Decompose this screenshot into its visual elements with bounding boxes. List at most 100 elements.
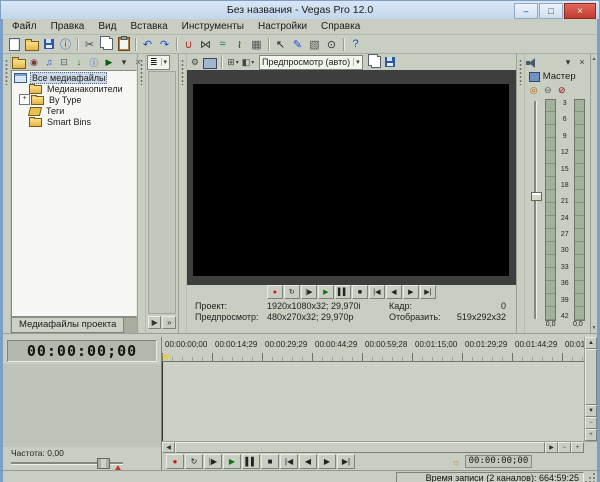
time-zoom-in-button[interactable]: + bbox=[571, 442, 584, 453]
selection-edit-tool-button[interactable]: ▧ bbox=[306, 36, 323, 52]
scroll-down-button[interactable]: ▼ bbox=[585, 405, 597, 417]
save-project-button[interactable] bbox=[40, 36, 57, 52]
stop-button[interactable]: ■ bbox=[352, 285, 368, 299]
close-pane-button[interactable]: × bbox=[575, 55, 589, 69]
meter-left[interactable] bbox=[545, 99, 556, 321]
enable-snapping-button[interactable]: ∪ bbox=[180, 36, 197, 52]
vertical-scroll-thumb[interactable] bbox=[585, 349, 597, 405]
cut-button[interactable]: ✂ bbox=[81, 36, 98, 52]
cursor-marker-icon[interactable] bbox=[162, 355, 170, 361]
tab-project-media[interactable]: Медиафайлы проекта bbox=[11, 318, 124, 333]
save-snapshot-button[interactable] bbox=[383, 55, 397, 69]
menu-options[interactable]: Настройки bbox=[251, 20, 314, 33]
pane-grip[interactable] bbox=[138, 54, 146, 333]
video-overlays-button[interactable]: ⊞▾ bbox=[226, 55, 240, 69]
master-fader[interactable] bbox=[531, 99, 540, 321]
track-zoom-in-button[interactable]: + bbox=[585, 429, 597, 441]
extract-audio-from-cd-button[interactable]: ♫ bbox=[42, 55, 56, 69]
project-properties-button[interactable]: ⓘ bbox=[57, 36, 74, 52]
copy-button[interactable] bbox=[98, 36, 115, 52]
auto-crossfade-button[interactable]: ⋈ bbox=[197, 36, 214, 52]
tree-item-tags[interactable]: Теги bbox=[12, 105, 136, 116]
pane-grip[interactable] bbox=[3, 54, 11, 333]
timeline-tracks-area[interactable] bbox=[162, 362, 584, 441]
get-photo-button[interactable]: ⊡ bbox=[57, 55, 71, 69]
timeline-ruler[interactable]: 00:00:00;0000:00:14;2900:00:29;2900:00:4… bbox=[162, 337, 584, 362]
preview-quality-combo[interactable]: Предпросмотр (авто) ▾ bbox=[259, 55, 363, 70]
menu-edit[interactable]: Правка bbox=[44, 20, 92, 33]
record-button[interactable]: ● bbox=[267, 285, 283, 299]
next-frame-button[interactable]: ▶ bbox=[403, 285, 419, 299]
go-to-end-button[interactable]: ▶| bbox=[337, 454, 355, 469]
scroll-up-button[interactable]: ▲ bbox=[585, 337, 597, 349]
open-project-button[interactable] bbox=[23, 36, 40, 52]
play-all-presets-button[interactable]: » bbox=[162, 316, 176, 329]
new-project-button[interactable] bbox=[6, 36, 23, 52]
time-zoom-out-button[interactable]: − bbox=[558, 442, 571, 453]
dim-output-button[interactable]: ⊖ bbox=[542, 84, 554, 96]
auto-ripple-button[interactable]: ≈ bbox=[214, 36, 231, 52]
rate-slider-handle[interactable] bbox=[97, 458, 110, 469]
download-media-button[interactable]: ↓ bbox=[72, 55, 86, 69]
scroll-left-button[interactable]: ◀ bbox=[162, 442, 175, 453]
pause-button[interactable]: ▌▌ bbox=[335, 285, 351, 299]
undo-button[interactable]: ↶ bbox=[139, 36, 156, 52]
go-to-start-button[interactable]: |◀ bbox=[369, 285, 385, 299]
resize-grip-icon[interactable] bbox=[586, 474, 596, 482]
minimize-button[interactable]: – bbox=[514, 3, 538, 19]
cursor-position-display[interactable]: 00:00:00;00 bbox=[465, 455, 532, 468]
envelope-edit-tool-button[interactable]: ✎ bbox=[289, 36, 306, 52]
project-video-properties-button[interactable]: ⚙ bbox=[188, 55, 202, 69]
preset-list-empty[interactable] bbox=[148, 71, 176, 314]
play-button[interactable]: ▶ bbox=[318, 285, 334, 299]
close-button[interactable]: × bbox=[564, 3, 596, 19]
stop-button[interactable]: ■ bbox=[261, 454, 279, 469]
scroll-right-button[interactable]: ▶ bbox=[545, 442, 558, 453]
downmix-output-button[interactable]: ◎ bbox=[528, 84, 540, 96]
menu-tools[interactable]: Инструменты bbox=[175, 20, 251, 33]
lamp-icon[interactable]: ☼ bbox=[452, 457, 460, 467]
redo-button[interactable]: ↷ bbox=[156, 36, 173, 52]
loop-playback-button[interactable]: ↻ bbox=[185, 454, 203, 469]
meter-right[interactable] bbox=[574, 99, 585, 321]
go-to-start-button[interactable]: |◀ bbox=[280, 454, 298, 469]
import-media-button[interactable] bbox=[12, 55, 26, 69]
go-to-end-button[interactable]: ▶| bbox=[420, 285, 436, 299]
lock-envelopes-button[interactable]: ≀ bbox=[231, 36, 248, 52]
tree-item-media-bins[interactable]: Медианакопители bbox=[12, 83, 136, 94]
play-from-start-button[interactable]: |▶ bbox=[204, 454, 222, 469]
fader-handle-icon[interactable] bbox=[531, 192, 542, 201]
start-preview-button[interactable]: ▶ bbox=[102, 55, 116, 69]
expander-icon[interactable]: + bbox=[19, 94, 30, 105]
horizontal-scroll-thumb[interactable] bbox=[175, 442, 545, 453]
preset-combo[interactable]: ≣ ▾ bbox=[147, 55, 170, 70]
media-properties-button[interactable]: ⓘ bbox=[87, 55, 101, 69]
preview-on-external-monitor-button[interactable] bbox=[203, 55, 217, 69]
whats-this-help-button[interactable]: ? bbox=[347, 36, 364, 52]
menu-view[interactable]: Вид bbox=[91, 20, 123, 33]
menu-insert[interactable]: Вставка bbox=[123, 20, 174, 33]
play-from-start-button[interactable]: |▶ bbox=[301, 285, 317, 299]
play-preset-button[interactable]: ▶ bbox=[148, 316, 162, 329]
maximize-button[interactable]: □ bbox=[539, 3, 563, 19]
track-list-empty[interactable] bbox=[3, 364, 161, 447]
pane-grip[interactable] bbox=[179, 54, 187, 333]
next-frame-button[interactable]: ▶ bbox=[318, 454, 336, 469]
copy-snapshot-button[interactable] bbox=[368, 55, 382, 69]
more-buttons-button[interactable]: ▾ bbox=[117, 55, 131, 69]
record-button[interactable]: ● bbox=[166, 454, 184, 469]
mute-output-button[interactable]: ⊘ bbox=[556, 84, 568, 96]
paste-button[interactable] bbox=[115, 36, 132, 52]
tree-item-by-type[interactable]: +By Type bbox=[12, 94, 136, 105]
track-zoom-out-button[interactable]: − bbox=[585, 417, 597, 429]
rate-slider[interactable] bbox=[11, 458, 155, 469]
play-button[interactable]: ▶ bbox=[223, 454, 241, 469]
audio-device-button[interactable] bbox=[526, 55, 540, 69]
capture-video-button[interactable]: ◉ bbox=[27, 55, 41, 69]
previous-frame-button[interactable]: ◀ bbox=[299, 454, 317, 469]
scroll-up-icon[interactable]: ▲ bbox=[592, 56, 597, 62]
previous-frame-button[interactable]: ◀ bbox=[386, 285, 402, 299]
menu-file[interactable]: Файл bbox=[5, 20, 44, 33]
loop-playback-button[interactable]: ↻ bbox=[284, 285, 300, 299]
timeline-timecode-display[interactable]: 00:00:00;00 bbox=[7, 340, 157, 362]
